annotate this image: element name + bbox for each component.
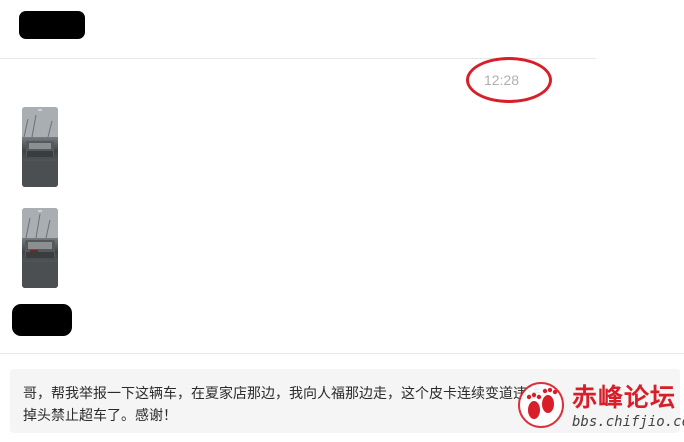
image-message-thumbnail[interactable] [22, 208, 58, 288]
annotation-circle [466, 57, 552, 103]
input-divider [0, 353, 684, 354]
footprint-icon [518, 382, 564, 428]
watermark-title: 赤峰论坛 [572, 383, 677, 412]
forum-watermark: 赤峰论坛 bbs.chifjio.com [516, 378, 684, 438]
truck-photo-icon [22, 107, 58, 187]
watermark-url: bbs.chifjio.com [572, 414, 684, 430]
message-text: 哥，帮我举报一下这辆车，在夏家店那边，我向人福那边走，这个皮卡连续变道违法掉头禁… [23, 386, 541, 424]
redacted-sender-name [12, 304, 72, 336]
redacted-contact-name [19, 11, 85, 39]
truck-photo-icon [22, 208, 58, 288]
image-message-thumbnail[interactable] [22, 107, 58, 187]
